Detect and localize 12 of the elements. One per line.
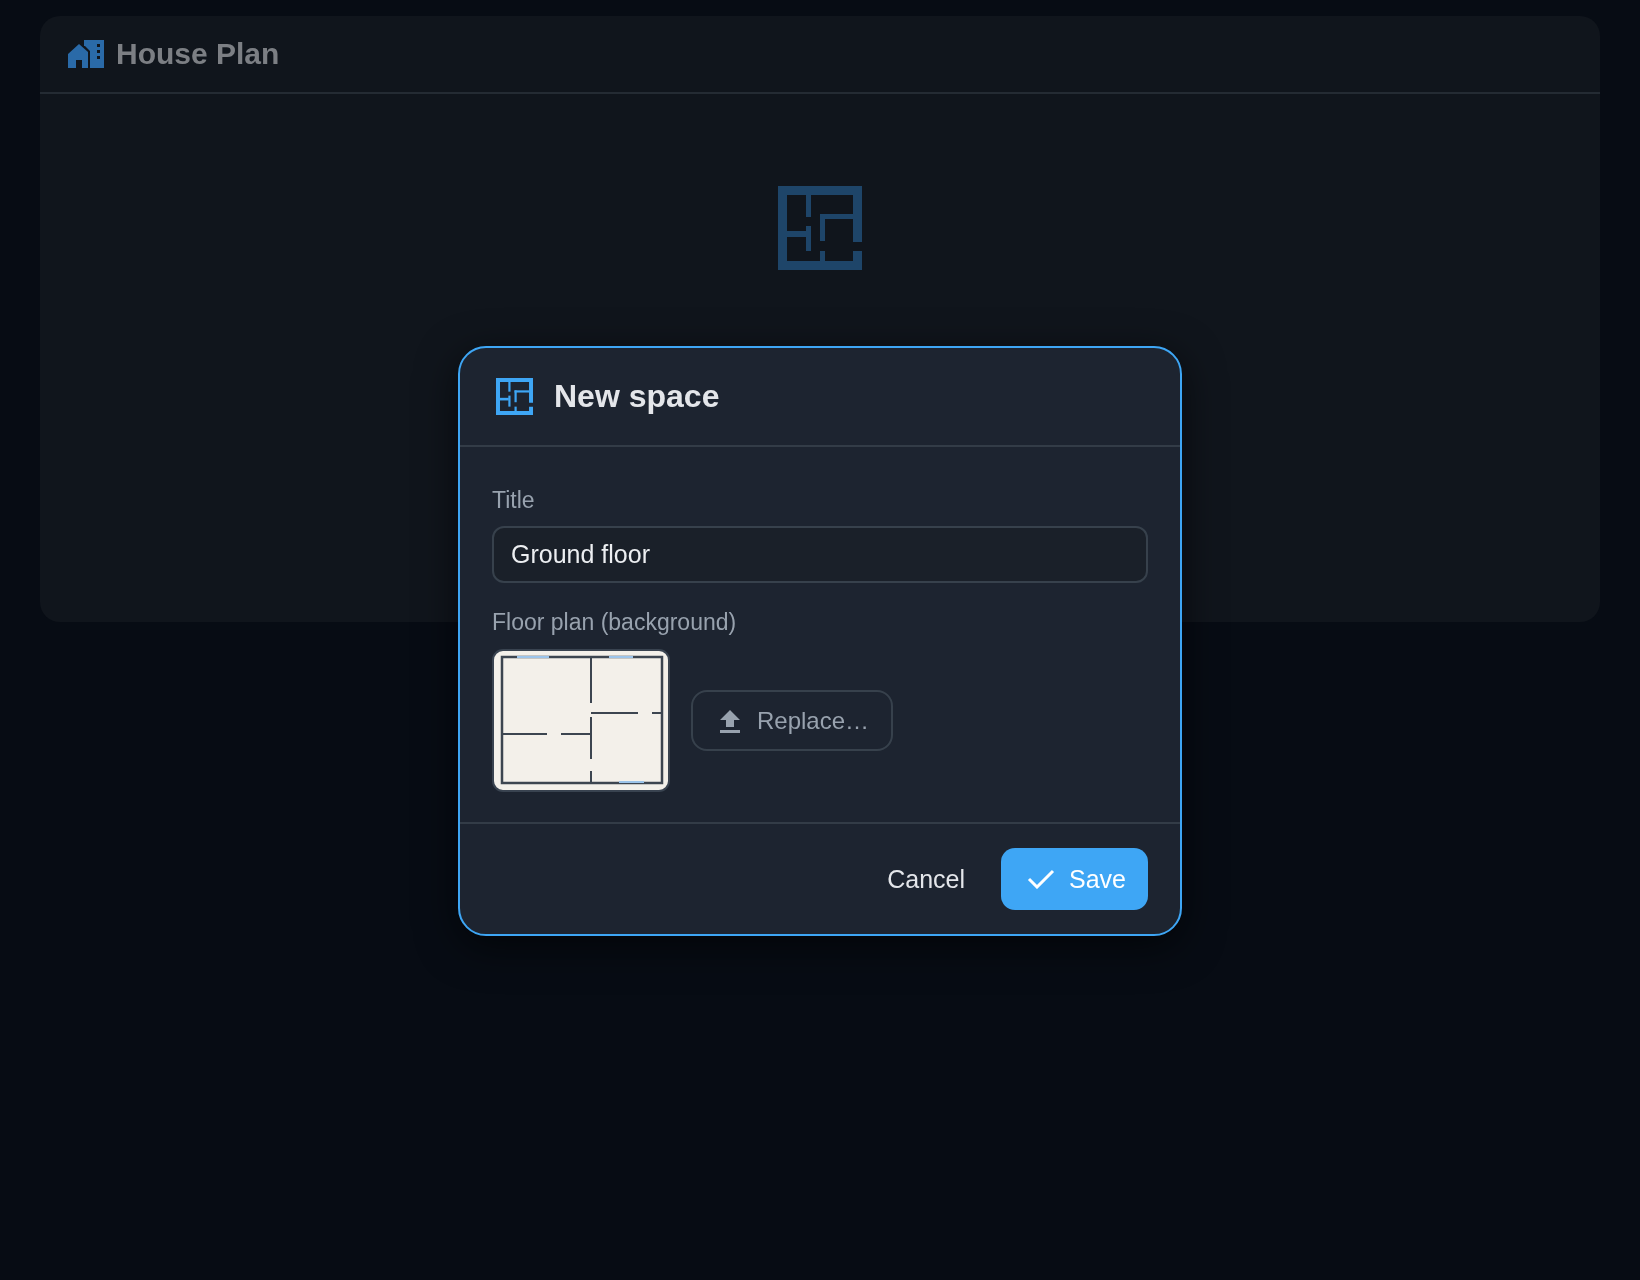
replace-button[interactable]: Replace… (691, 690, 894, 751)
title-input-field[interactable]: Ground floor (492, 526, 1148, 583)
floor-plan-icon (496, 378, 533, 415)
field-label: Floor plan (background) (492, 609, 738, 636)
floor-plan-icon (778, 186, 862, 270)
cancel-button[interactable]: Cancel (887, 848, 965, 910)
house-building-icon (68, 40, 104, 68)
app-title: House Plan (116, 37, 280, 71)
checkmark-icon (1027, 869, 1055, 889)
dialog-title: New space (554, 378, 720, 415)
field-label: Title (492, 487, 536, 514)
upload-icon (719, 708, 741, 733)
